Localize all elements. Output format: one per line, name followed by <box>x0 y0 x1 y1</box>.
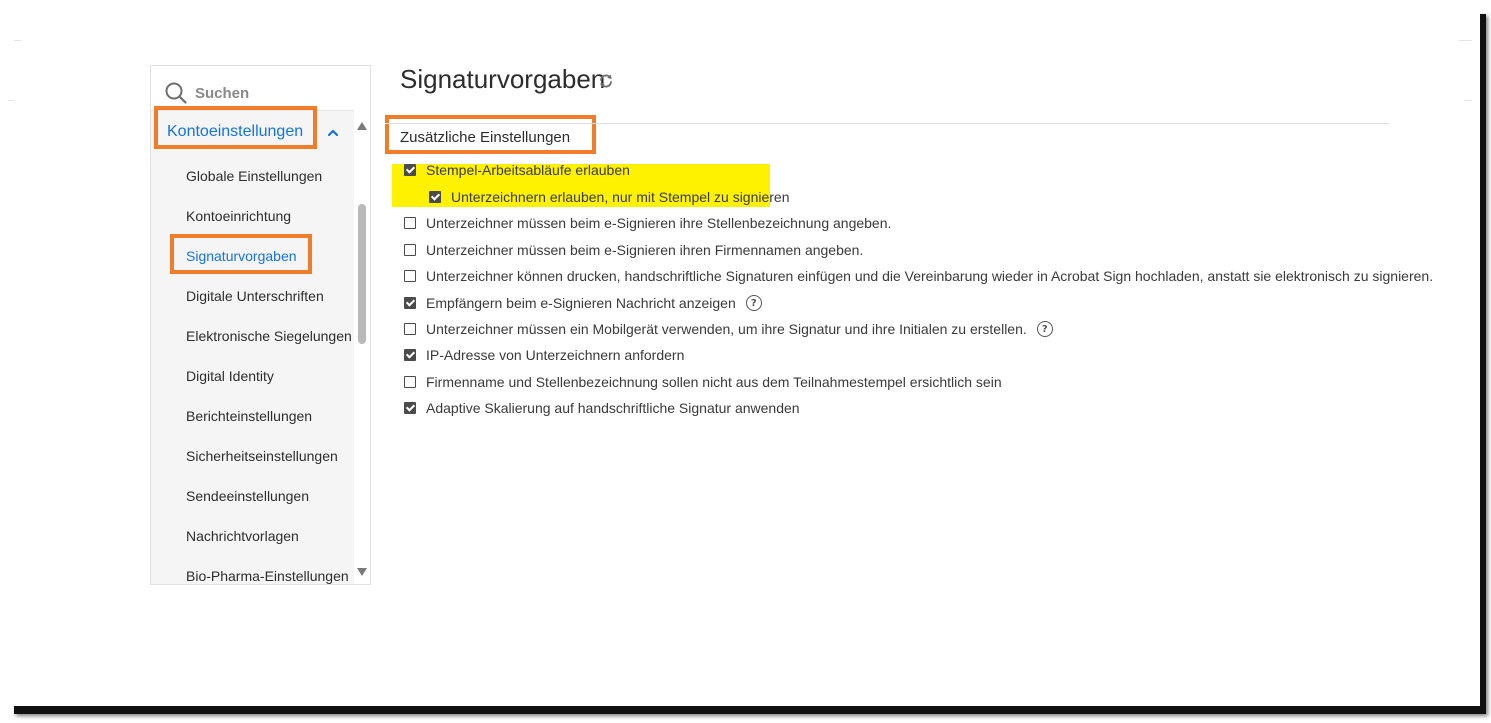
sidebar-item-nachrichtvorlagen[interactable]: Nachrichtvorlagen <box>186 528 299 544</box>
option-label: IP-Adresse von Unterzeichnern anfordern <box>426 347 685 363</box>
option-label: Stempel-Arbeitsabläufe erlauben <box>426 162 630 178</box>
sidebar-item-globale-einstellungen[interactable]: Globale Einstellungen <box>186 168 322 184</box>
option-adaptive-skalierung[interactable]: Adaptive Skalierung auf handschriftliche… <box>404 398 800 418</box>
help-icon[interactable]: ? <box>1036 321 1053 337</box>
option-label: Unterzeichner müssen ein Mobilgerät verw… <box>426 321 1027 337</box>
option-mobilgeraet[interactable]: Unterzeichner müssen ein Mobilgerät verw… <box>404 319 1053 339</box>
option-label: Firmenname und Stellenbezeichnung sollen… <box>426 374 1002 390</box>
sidebar-item-sicherheitseinstellungen[interactable]: Sicherheitseinstellungen <box>186 448 338 464</box>
checkbox[interactable] <box>404 244 416 256</box>
sidebar-scroll-thumb[interactable] <box>358 204 366 344</box>
checkbox[interactable] <box>404 270 416 282</box>
sidebar-section-header[interactable]: Kontoeinstellungen <box>151 110 354 155</box>
search-row <box>151 66 370 114</box>
section-divider <box>385 123 1389 124</box>
ghost-divider <box>14 40 22 41</box>
option-teilnahmestempel[interactable]: Firmenname und Stellenbezeichnung sollen… <box>404 372 1002 392</box>
option-label: Unterzeichner müssen beim e-Signieren ih… <box>426 215 892 231</box>
sidebar-item-sendeeinstellungen[interactable]: Sendeeinstellungen <box>186 488 309 504</box>
option-nur-mit-stempel[interactable]: Unterzeichnern erlauben, nur mit Stempel… <box>429 187 790 207</box>
checkbox[interactable] <box>404 217 416 229</box>
checkbox[interactable] <box>404 402 416 414</box>
scroll-down-arrow-icon[interactable] <box>357 568 367 576</box>
search-input[interactable] <box>193 80 357 106</box>
checkbox[interactable] <box>404 297 416 309</box>
sidebar-item-elektronische-siegelungen[interactable]: Elektronische Siegelungen <box>186 328 352 344</box>
checkbox[interactable] <box>404 164 416 176</box>
option-label: Unterzeichner können drucken, handschrif… <box>426 268 1434 284</box>
chevron-up-icon[interactable] <box>326 127 340 139</box>
sidebar-item-berichteinstellungen[interactable]: Berichteinstellungen <box>186 408 312 424</box>
scroll-up-arrow-icon[interactable] <box>357 122 367 130</box>
sidebar-nav-list: Globale Einstellungen Kontoeinrichtung S… <box>151 154 354 584</box>
refresh-icon[interactable] <box>598 73 614 89</box>
option-stempel-arbeitsablaeufe[interactable]: Stempel-Arbeitsabläufe erlauben <box>404 160 630 180</box>
sidebar-scrollbar[interactable] <box>354 114 370 584</box>
ghost-divider <box>8 100 14 101</box>
help-icon[interactable]: ? <box>745 295 762 311</box>
sidebar-item-digital-identity[interactable]: Digital Identity <box>186 368 274 384</box>
option-label: Adaptive Skalierung auf handschriftliche… <box>426 400 800 416</box>
checkbox[interactable] <box>429 191 441 203</box>
ghost-divider <box>1464 100 1472 101</box>
option-drucken-hochladen[interactable]: Unterzeichner können drucken, handschrif… <box>404 266 1433 286</box>
checkbox[interactable] <box>404 323 416 335</box>
option-firmenname[interactable]: Unterzeichner müssen beim e-Signieren ih… <box>404 240 863 260</box>
sidebar-item-digitale-unterschriften[interactable]: Digitale Unterschriften <box>186 288 324 304</box>
checkbox[interactable] <box>404 349 416 361</box>
sidebar-item-kontoeinrichtung[interactable]: Kontoeinrichtung <box>186 208 291 224</box>
ghost-divider <box>1458 40 1472 41</box>
option-ip-adresse[interactable]: IP-Adresse von Unterzeichnern anfordern <box>404 345 684 365</box>
search-icon <box>165 82 187 104</box>
option-label: Unterzeichnern erlauben, nur mit Stempel… <box>451 189 790 205</box>
sidebar: Kontoeinstellungen Globale Einstellungen… <box>150 65 371 585</box>
sidebar-section-label: Kontoeinstellungen <box>167 123 304 140</box>
option-label: Unterzeichner müssen beim e-Signieren ih… <box>426 242 864 258</box>
option-stellenbezeichnung[interactable]: Unterzeichner müssen beim e-Signieren ih… <box>404 213 891 233</box>
option-label: Empfängern beim e-Signieren Nachricht an… <box>426 295 736 311</box>
option-nachricht-anzeigen[interactable]: Empfängern beim e-Signieren Nachricht an… <box>404 293 762 313</box>
sidebar-item-signaturvorgaben[interactable]: Signaturvorgaben <box>186 248 297 264</box>
sidebar-item-bio-pharma-einstellungen[interactable]: Bio-Pharma-Einstellungen <box>186 568 349 584</box>
checkbox[interactable] <box>404 376 416 388</box>
section-title: Zusätzliche Einstellungen <box>400 129 571 146</box>
page-title: Signaturvorgaben <box>400 64 606 94</box>
